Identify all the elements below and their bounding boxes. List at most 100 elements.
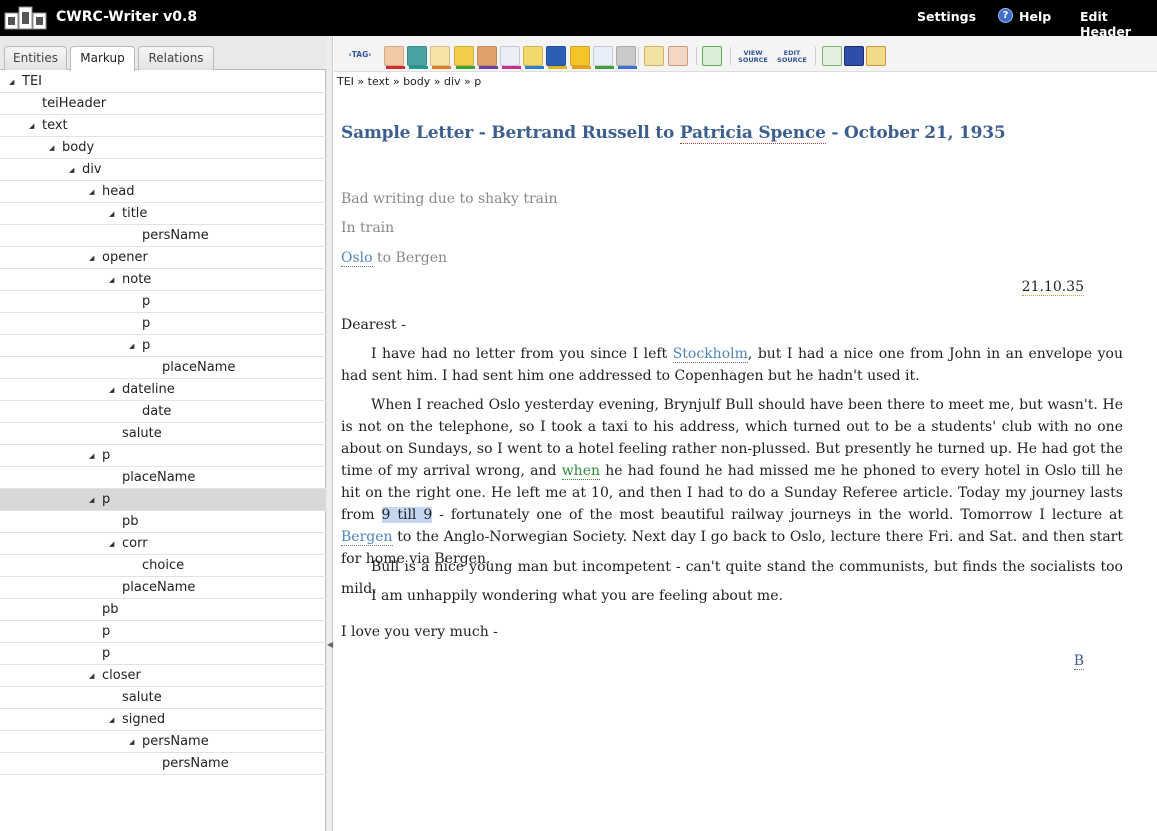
tree-node[interactable]: ◢ div xyxy=(0,159,326,181)
tree-expand-arrow-icon[interactable]: ◢ xyxy=(89,490,94,511)
settings-link[interactable]: Settings xyxy=(917,9,976,24)
persname-patricia-spence[interactable]: Patricia Spence xyxy=(679,123,826,144)
tree-node[interactable]: ◢ p xyxy=(0,445,326,467)
tab-entities[interactable]: Entities xyxy=(4,46,67,70)
tree-node[interactable]: persName xyxy=(0,225,326,247)
placename-bergen[interactable]: Bergen xyxy=(341,529,393,546)
document-editor[interactable]: Sample Letter - Bertrand Russell to Patr… xyxy=(334,95,1157,831)
tree-node[interactable]: ◢ signed xyxy=(0,709,326,731)
tree-node[interactable]: ◢ closer xyxy=(0,665,326,687)
validate-icon[interactable] xyxy=(822,46,842,66)
tag-button[interactable]: ‹TAG› xyxy=(343,51,377,59)
paragraph-2: When I reached Oslo yesterday evening, B… xyxy=(341,397,1123,567)
organization-icon[interactable] xyxy=(476,46,498,69)
tree-node[interactable]: pb xyxy=(0,511,326,533)
keyword-icon[interactable] xyxy=(592,46,614,69)
tree-expand-arrow-icon[interactable]: ◢ xyxy=(89,446,94,467)
tree-node[interactable]: p xyxy=(0,291,326,313)
selected-text[interactable]: 9 till 9 xyxy=(381,507,433,523)
tree-expand-arrow-icon[interactable]: ◢ xyxy=(89,666,94,687)
tree-expand-arrow-icon[interactable]: ◢ xyxy=(69,160,74,181)
tree-node[interactable]: salute xyxy=(0,423,326,445)
tab-relations[interactable]: Relations xyxy=(138,46,214,70)
help-icon[interactable]: ? xyxy=(998,8,1013,23)
placename-oslo[interactable]: Oslo xyxy=(341,250,373,267)
tree-node[interactable]: ◢ note xyxy=(0,269,326,291)
tree-expand-arrow-icon[interactable]: ◢ xyxy=(109,270,114,291)
tree-node[interactable]: p xyxy=(0,621,326,643)
place-icon[interactable] xyxy=(407,46,429,69)
tree-node-label: corr xyxy=(122,536,148,551)
dateline-date[interactable]: 21.10.35 xyxy=(1021,279,1084,296)
open-folder-icon[interactable] xyxy=(866,46,886,66)
remove-tag-icon[interactable] xyxy=(668,46,688,66)
tree-node-label: p xyxy=(102,624,111,639)
tree-node-label: pb xyxy=(122,514,139,529)
tree-expand-arrow-icon[interactable]: ◢ xyxy=(109,710,114,731)
tree-node[interactable]: choice xyxy=(0,555,326,577)
tree-node[interactable]: ◢ p xyxy=(0,489,326,511)
edit-tag-icon[interactable] xyxy=(644,46,664,66)
note-icon[interactable] xyxy=(523,46,545,69)
tree-expand-arrow-icon[interactable]: ◢ xyxy=(89,248,94,269)
title-icon[interactable] xyxy=(546,46,568,69)
tree-node-label: teiHeader xyxy=(42,96,107,111)
edit-source-button[interactable]: EDIT SOURCE xyxy=(775,50,809,64)
tree-node[interactable]: ◢ dateline xyxy=(0,379,326,401)
tree-node[interactable]: ◢ TEI xyxy=(0,71,326,93)
tree-node[interactable]: placeName xyxy=(0,467,326,489)
collapse-arrow-icon[interactable]: ◀ xyxy=(327,640,333,660)
tree-node[interactable]: placeName xyxy=(0,357,326,379)
edit-header-link[interactable]: Edit Header xyxy=(1080,9,1157,39)
tree-node[interactable]: date xyxy=(0,401,326,423)
view-source-button[interactable]: VIEW SOURCE xyxy=(736,50,770,64)
date-icon[interactable] xyxy=(430,46,452,69)
tree-node-label: date xyxy=(142,404,172,419)
note-bad-writing: Bad writing due to shaky train xyxy=(341,191,558,207)
corr-when[interactable]: when xyxy=(561,463,601,480)
tree-node[interactable]: ◢ p xyxy=(0,335,326,357)
event-icon[interactable] xyxy=(453,46,475,69)
tree-node[interactable]: p xyxy=(0,313,326,335)
tree-expand-arrow-icon[interactable]: ◢ xyxy=(89,182,94,203)
tree-node-label: salute xyxy=(122,690,162,705)
tree-node[interactable]: ◢ body xyxy=(0,137,326,159)
tree-expand-arrow-icon[interactable]: ◢ xyxy=(109,380,114,401)
tree-expand-arrow-icon[interactable]: ◢ xyxy=(109,204,114,225)
person-icon[interactable] xyxy=(384,46,405,69)
panel-splitter[interactable] xyxy=(326,36,333,831)
tree-node[interactable]: ◢ persName xyxy=(0,731,326,753)
signed-persname[interactable]: B xyxy=(1073,653,1084,670)
tree-node[interactable]: ◢ opener xyxy=(0,247,326,269)
tree-node[interactable]: ◢ title xyxy=(0,203,326,225)
tree-node[interactable]: ◢ corr xyxy=(0,533,326,555)
tree-expand-arrow-icon[interactable]: ◢ xyxy=(9,72,14,93)
tab-markup[interactable]: Markup xyxy=(70,46,135,71)
tree-node[interactable]: ◢ text xyxy=(0,115,326,137)
tree-node-label: persName xyxy=(142,734,209,749)
tree-node[interactable]: persName xyxy=(0,753,326,775)
tree-node-label: p xyxy=(102,448,111,463)
link-icon[interactable] xyxy=(616,46,637,69)
citation-icon[interactable] xyxy=(500,46,521,69)
help-link[interactable]: Help xyxy=(1019,9,1051,24)
tree-node[interactable]: salute xyxy=(0,687,326,709)
tree-node[interactable]: teiHeader xyxy=(0,93,326,115)
structure-tree-icon[interactable] xyxy=(702,46,722,66)
save-icon[interactable] xyxy=(844,46,864,66)
tree-expand-arrow-icon[interactable]: ◢ xyxy=(109,534,114,555)
tree-node-label: p xyxy=(142,316,151,331)
tree-node-label: pb xyxy=(102,602,119,617)
tree-node[interactable]: p xyxy=(0,643,326,665)
tree-expand-arrow-icon[interactable]: ◢ xyxy=(129,336,134,357)
tree-expand-arrow-icon[interactable]: ◢ xyxy=(129,732,134,753)
tree-node[interactable]: pb xyxy=(0,599,326,621)
tree-expand-arrow-icon[interactable]: ◢ xyxy=(49,138,54,159)
tree-node-label: placeName xyxy=(162,360,236,375)
placename-stockholm[interactable]: Stockholm xyxy=(672,346,748,363)
tree-expand-arrow-icon[interactable]: ◢ xyxy=(29,116,34,137)
correction-icon[interactable] xyxy=(569,46,591,69)
tree-node[interactable]: ◢ head xyxy=(0,181,326,203)
paragraph-1: I have had no letter from you since I le… xyxy=(341,346,1123,384)
tree-node[interactable]: placeName xyxy=(0,577,326,599)
